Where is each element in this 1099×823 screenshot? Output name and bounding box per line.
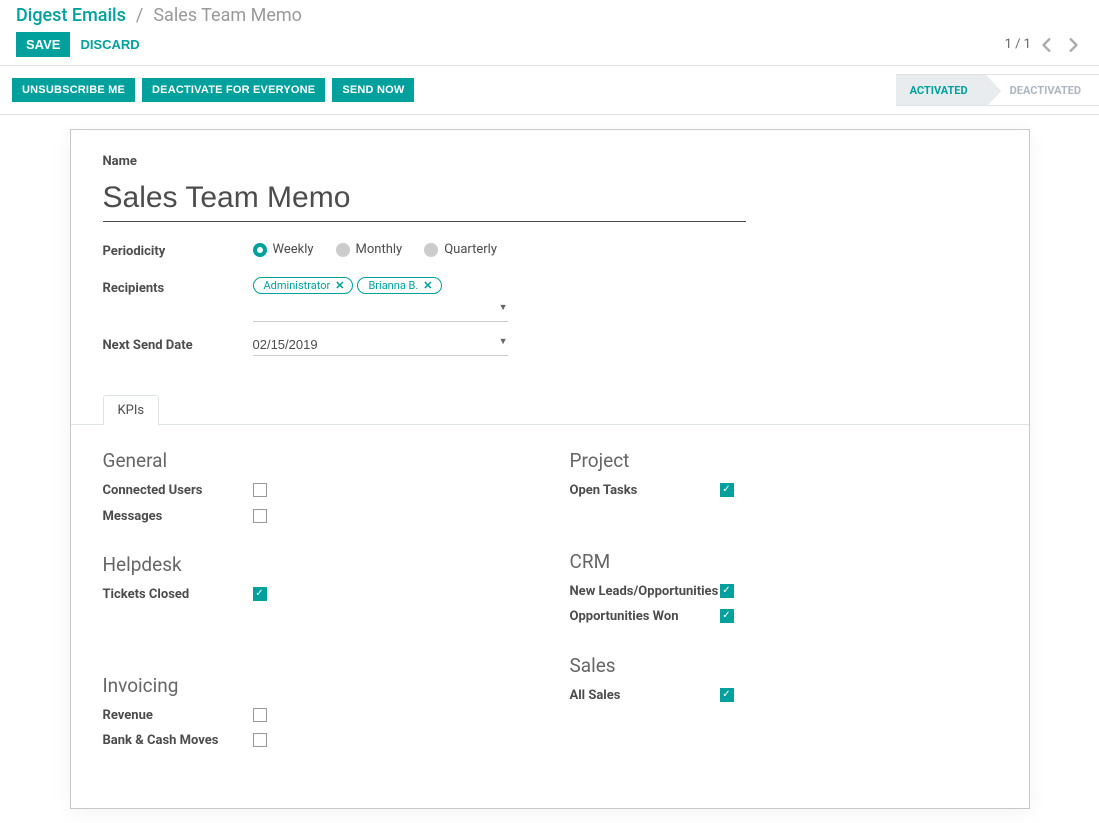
unsubscribe-me-button[interactable]: UNSUBSCRIBE ME	[12, 78, 135, 102]
breadcrumb: Digest Emails / Sales Team Memo	[0, 0, 1099, 26]
name-label: Name	[103, 154, 997, 169]
kpi-connected-users-checkbox[interactable]	[253, 483, 267, 497]
pager-next-icon[interactable]	[1063, 35, 1083, 55]
kpi-bank-cash-label: Bank & Cash Moves	[103, 732, 253, 750]
statusbar: UNSUBSCRIBE ME DEACTIVATE FOR EVERYONE S…	[0, 66, 1099, 115]
kpi-tickets-closed-checkbox[interactable]	[253, 587, 267, 601]
recipients-label: Recipients	[103, 277, 253, 296]
periodicity-quarterly[interactable]: Quarterly	[424, 242, 497, 257]
breadcrumb-current: Sales Team Memo	[153, 5, 302, 26]
kpi-open-tasks-label: Open Tasks	[570, 482, 720, 500]
kpi-opportunities-won-checkbox[interactable]	[720, 609, 734, 623]
kpi-messages-label: Messages	[103, 508, 253, 526]
kpi-messages-checkbox[interactable]	[253, 509, 267, 523]
section-sales-title: Sales	[570, 654, 997, 677]
kpi-revenue-checkbox[interactable]	[253, 708, 267, 722]
discard-button[interactable]: DISCARD	[70, 32, 149, 57]
next-send-date-label: Next Send Date	[103, 334, 253, 353]
recipient-tag-administrator[interactable]: Administrator✕	[253, 277, 354, 294]
section-helpdesk-title: Helpdesk	[103, 553, 530, 576]
section-crm-title: CRM	[570, 550, 997, 573]
kpi-connected-users-label: Connected Users	[103, 482, 253, 500]
breadcrumb-separator: /	[136, 5, 143, 26]
kpi-revenue-label: Revenue	[103, 707, 253, 725]
remove-tag-icon[interactable]: ✕	[423, 279, 432, 292]
recipients-input[interactable]	[253, 300, 508, 322]
tab-kpis[interactable]: KPIs	[103, 395, 160, 425]
pager-prev-icon[interactable]	[1037, 35, 1057, 55]
pager: 1 / 1	[1005, 35, 1083, 55]
save-button[interactable]: SAVE	[16, 32, 70, 57]
kpi-new-leads-label: New Leads/Opportunities	[570, 583, 720, 601]
deactivate-for-everyone-button[interactable]: DEACTIVATE FOR EVERYONE	[142, 78, 325, 102]
section-invoicing-title: Invoicing	[103, 674, 530, 697]
breadcrumb-parent[interactable]: Digest Emails	[16, 5, 126, 26]
section-project-title: Project	[570, 449, 997, 472]
stage-deactivated[interactable]: DEACTIVATED	[986, 74, 1099, 106]
recipients-tags[interactable]: Administrator✕ Brianna B.✕	[253, 277, 653, 294]
remove-tag-icon[interactable]: ✕	[335, 279, 344, 292]
periodicity-radio-group: Weekly Monthly Quarterly	[253, 240, 543, 257]
periodicity-monthly[interactable]: Monthly	[336, 242, 403, 257]
kpi-all-sales-label: All Sales	[570, 687, 720, 705]
periodicity-weekly[interactable]: Weekly	[253, 242, 314, 257]
kpi-new-leads-checkbox[interactable]	[720, 584, 734, 598]
kpi-all-sales-checkbox[interactable]	[720, 688, 734, 702]
recipient-tag-brianna[interactable]: Brianna B.✕	[357, 277, 441, 294]
tab-bar: KPIs	[71, 394, 1029, 425]
stage-activated[interactable]: ACTIVATED	[896, 74, 986, 106]
section-general-title: General	[103, 449, 530, 472]
periodicity-label: Periodicity	[103, 240, 253, 259]
kpi-open-tasks-checkbox[interactable]	[720, 483, 734, 497]
form-sheet: Name Periodicity Weekly Monthly Quarterl…	[70, 129, 1030, 809]
kpi-tickets-closed-label: Tickets Closed	[103, 586, 253, 604]
control-row: SAVE DISCARD 1 / 1	[0, 26, 1099, 66]
pager-text: 1 / 1	[1005, 37, 1031, 52]
kpi-opportunities-won-label: Opportunities Won	[570, 608, 720, 626]
send-now-button[interactable]: SEND NOW	[332, 78, 414, 102]
name-input[interactable]	[103, 177, 747, 222]
kpi-bank-cash-checkbox[interactable]	[253, 733, 267, 747]
next-send-date-input[interactable]	[253, 334, 508, 356]
